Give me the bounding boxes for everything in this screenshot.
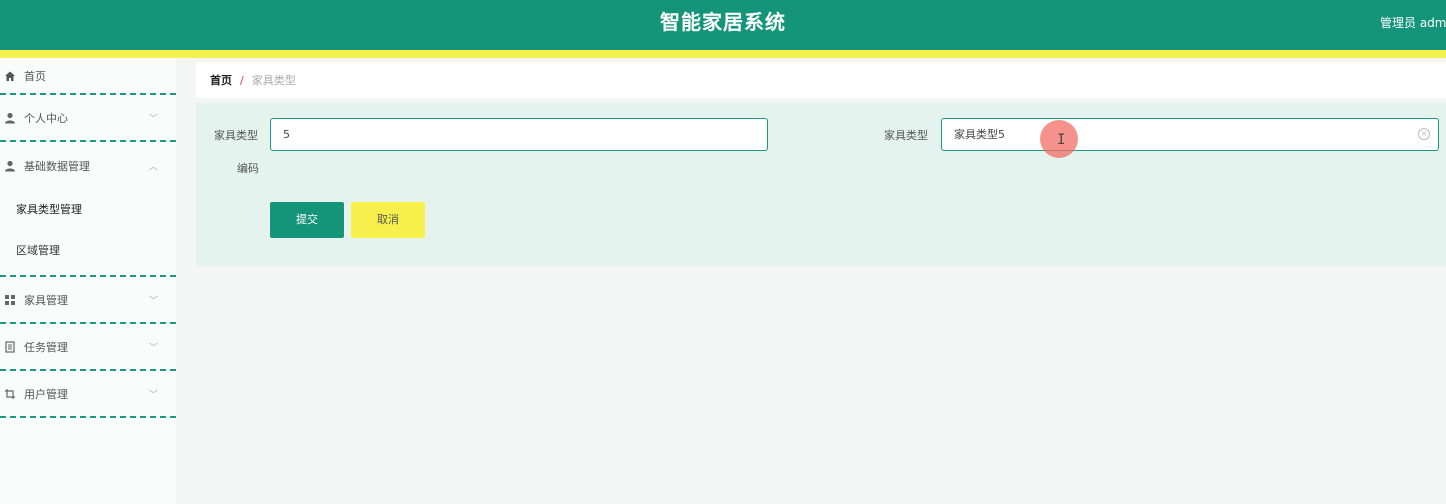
chevron-up-icon: ︿ (148, 162, 158, 172)
crop-icon (4, 388, 16, 400)
text-cursor-icon: I (1057, 132, 1066, 148)
breadcrumb-separator: / (240, 73, 244, 87)
code-label-suffix: 编码 (237, 162, 259, 175)
sidebar-item-label: 个人中心 (24, 111, 68, 125)
grid-icon (4, 294, 16, 306)
sidebar-item-furniture[interactable]: 家具管理 ﹀ (0, 277, 176, 324)
breadcrumb-home[interactable]: 首页 (210, 72, 232, 88)
sidebar-item-label: 家具管理 (24, 293, 68, 307)
code-label: 家具类型 (214, 129, 258, 142)
sidebar-item-basic-data[interactable]: 基础数据管理 ︿ (0, 142, 176, 189)
submit-button[interactable]: 提交 (270, 202, 344, 238)
clear-icon[interactable]: × (1418, 128, 1430, 140)
chevron-down-icon: ﹀ (148, 343, 158, 353)
chevron-down-icon: ﹀ (148, 296, 158, 306)
sidebar-subitem-furniture-type[interactable]: 家具类型管理 (0, 189, 176, 230)
sidebar-item-personal-center[interactable]: 个人中心 ﹀ (0, 95, 176, 142)
cancel-button[interactable]: 取消 (351, 202, 425, 238)
home-icon (4, 70, 16, 82)
breadcrumb: 首页 / 家具类型 (196, 62, 1446, 98)
sidebar-item-label: 用户管理 (24, 387, 68, 401)
user-icon (4, 112, 16, 124)
document-icon (4, 340, 16, 353)
type-input[interactable]: 家具类型5 × (941, 118, 1439, 151)
chevron-down-icon: ﹀ (148, 114, 158, 124)
form-panel: 家具类型 编码 5 家具类型 家具类型5 × 提交 取消 (196, 103, 1446, 266)
submenu: 家具类型管理 区域管理 (0, 189, 176, 277)
user-info[interactable]: 管理员 adm (1380, 14, 1446, 31)
header-stripe (0, 50, 1446, 58)
type-label: 家具类型 (884, 129, 928, 142)
sidebar: 首页 个人中心 ﹀ 基础数据管理 ︿ 家具类型管理 区域管理 家具管理 ﹀ 任务… (0, 58, 176, 504)
sidebar-item-home[interactable]: 首页 (0, 58, 176, 95)
chevron-down-icon: ﹀ (148, 390, 158, 400)
sidebar-item-label: 基础数据管理 (24, 159, 90, 173)
top-header: 智能家居系统 管理员 adm (0, 0, 1446, 50)
sidebar-item-user[interactable]: 用户管理 ﹀ (0, 371, 176, 418)
type-input-value: 家具类型5 (954, 128, 1005, 141)
sidebar-item-label: 任务管理 (24, 340, 68, 354)
app-title: 智能家居系统 (660, 10, 786, 34)
sidebar-item-label: 首页 (24, 69, 46, 83)
breadcrumb-current: 家具类型 (251, 74, 296, 87)
code-input[interactable]: 5 (270, 118, 768, 151)
sidebar-subitem-area[interactable]: 区域管理 (0, 230, 176, 271)
user-icon (4, 160, 16, 172)
sidebar-item-task[interactable]: 任务管理 ﹀ (0, 324, 176, 371)
